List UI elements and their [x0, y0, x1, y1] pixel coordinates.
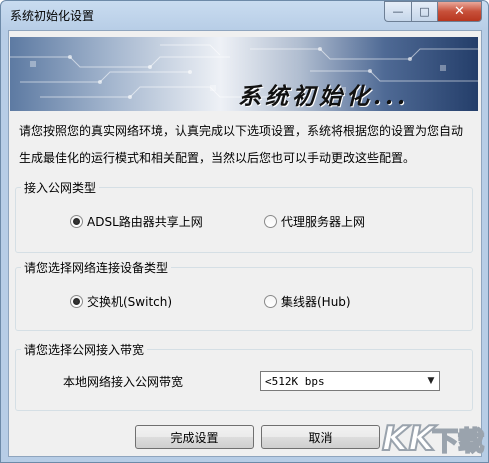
intro-text: 请您按照您的真实网络环境，认真完成以下选项设置，系统将根据您的设置为您自动生成最… — [19, 124, 464, 165]
radio-proxy-server[interactable]: 代理服务器上网 — [264, 213, 365, 230]
radio-hub-label: 集线器(Hub) — [281, 295, 351, 309]
dropdown-arrow-icon[interactable]: ▼ — [423, 376, 439, 386]
svg-text:下载: 下载 — [432, 427, 484, 457]
access-type-legend: 接入公网类型 — [21, 179, 100, 196]
bandwidth-select[interactable]: <512K bps ▼ — [260, 371, 440, 391]
window-title: 系统初始化设置 — [10, 9, 95, 23]
minimize-button[interactable]: — — [384, 1, 411, 22]
access-type-group: 接入公网类型 ADSL路由器共享上网 代理服务器上网 — [15, 179, 473, 253]
title-bar[interactable]: 系统初始化设置 — □ ✕ — [1, 1, 488, 29]
banner-title: 系统初始化... — [238, 83, 410, 110]
svg-text:KK: KK — [382, 419, 437, 459]
radio-adsl-router[interactable]: ADSL路由器共享上网 — [70, 213, 203, 230]
radio-dot-unselected[interactable] — [264, 295, 277, 308]
finish-button[interactable]: 完成设置 — [135, 425, 254, 449]
close-button[interactable]: ✕ — [437, 1, 482, 22]
radio-adsl-label: ADSL路由器共享上网 — [87, 215, 203, 229]
kk-download-watermark-logo: KK 下载 — [381, 418, 485, 460]
device-type-legend: 请您选择网络连接设备类型 — [21, 259, 172, 276]
bandwidth-group: 请您选择公网接入带宽 本地网络接入公网带宽 <512K bps ▼ — [15, 341, 473, 411]
dialog-window: 系统初始化设置 — □ ✕ 系统初始化... 请您按照您的真实网络环境，认真完成… — [0, 0, 489, 463]
caption-buttons: — □ ✕ — [384, 1, 482, 22]
radio-hub[interactable]: 集线器(Hub) — [264, 293, 351, 310]
dialog-body: 系统初始化... 请您按照您的真实网络环境，认真完成以下选项设置，系统将根据您的… — [8, 30, 482, 457]
maximize-button[interactable]: □ — [411, 1, 437, 22]
radio-switch-label: 交换机(Switch) — [87, 295, 173, 309]
radio-switch[interactable]: 交换机(Switch) — [70, 293, 172, 310]
bandwidth-selected-value: <512K bps — [265, 374, 325, 388]
radio-proxy-label: 代理服务器上网 — [281, 215, 366, 229]
bandwidth-legend: 请您选择公网接入带宽 — [21, 341, 148, 358]
device-type-group: 请您选择网络连接设备类型 交换机(Switch) 集线器(Hub) — [15, 259, 473, 331]
radio-dot-unselected[interactable] — [264, 215, 277, 228]
radio-dot-selected[interactable] — [70, 215, 83, 228]
banner-image: 系统初始化... — [10, 37, 478, 111]
bandwidth-field-label: 本地网络接入公网带宽 — [63, 375, 184, 389]
cancel-button[interactable]: 取消 — [261, 425, 380, 449]
radio-dot-selected[interactable] — [70, 295, 83, 308]
